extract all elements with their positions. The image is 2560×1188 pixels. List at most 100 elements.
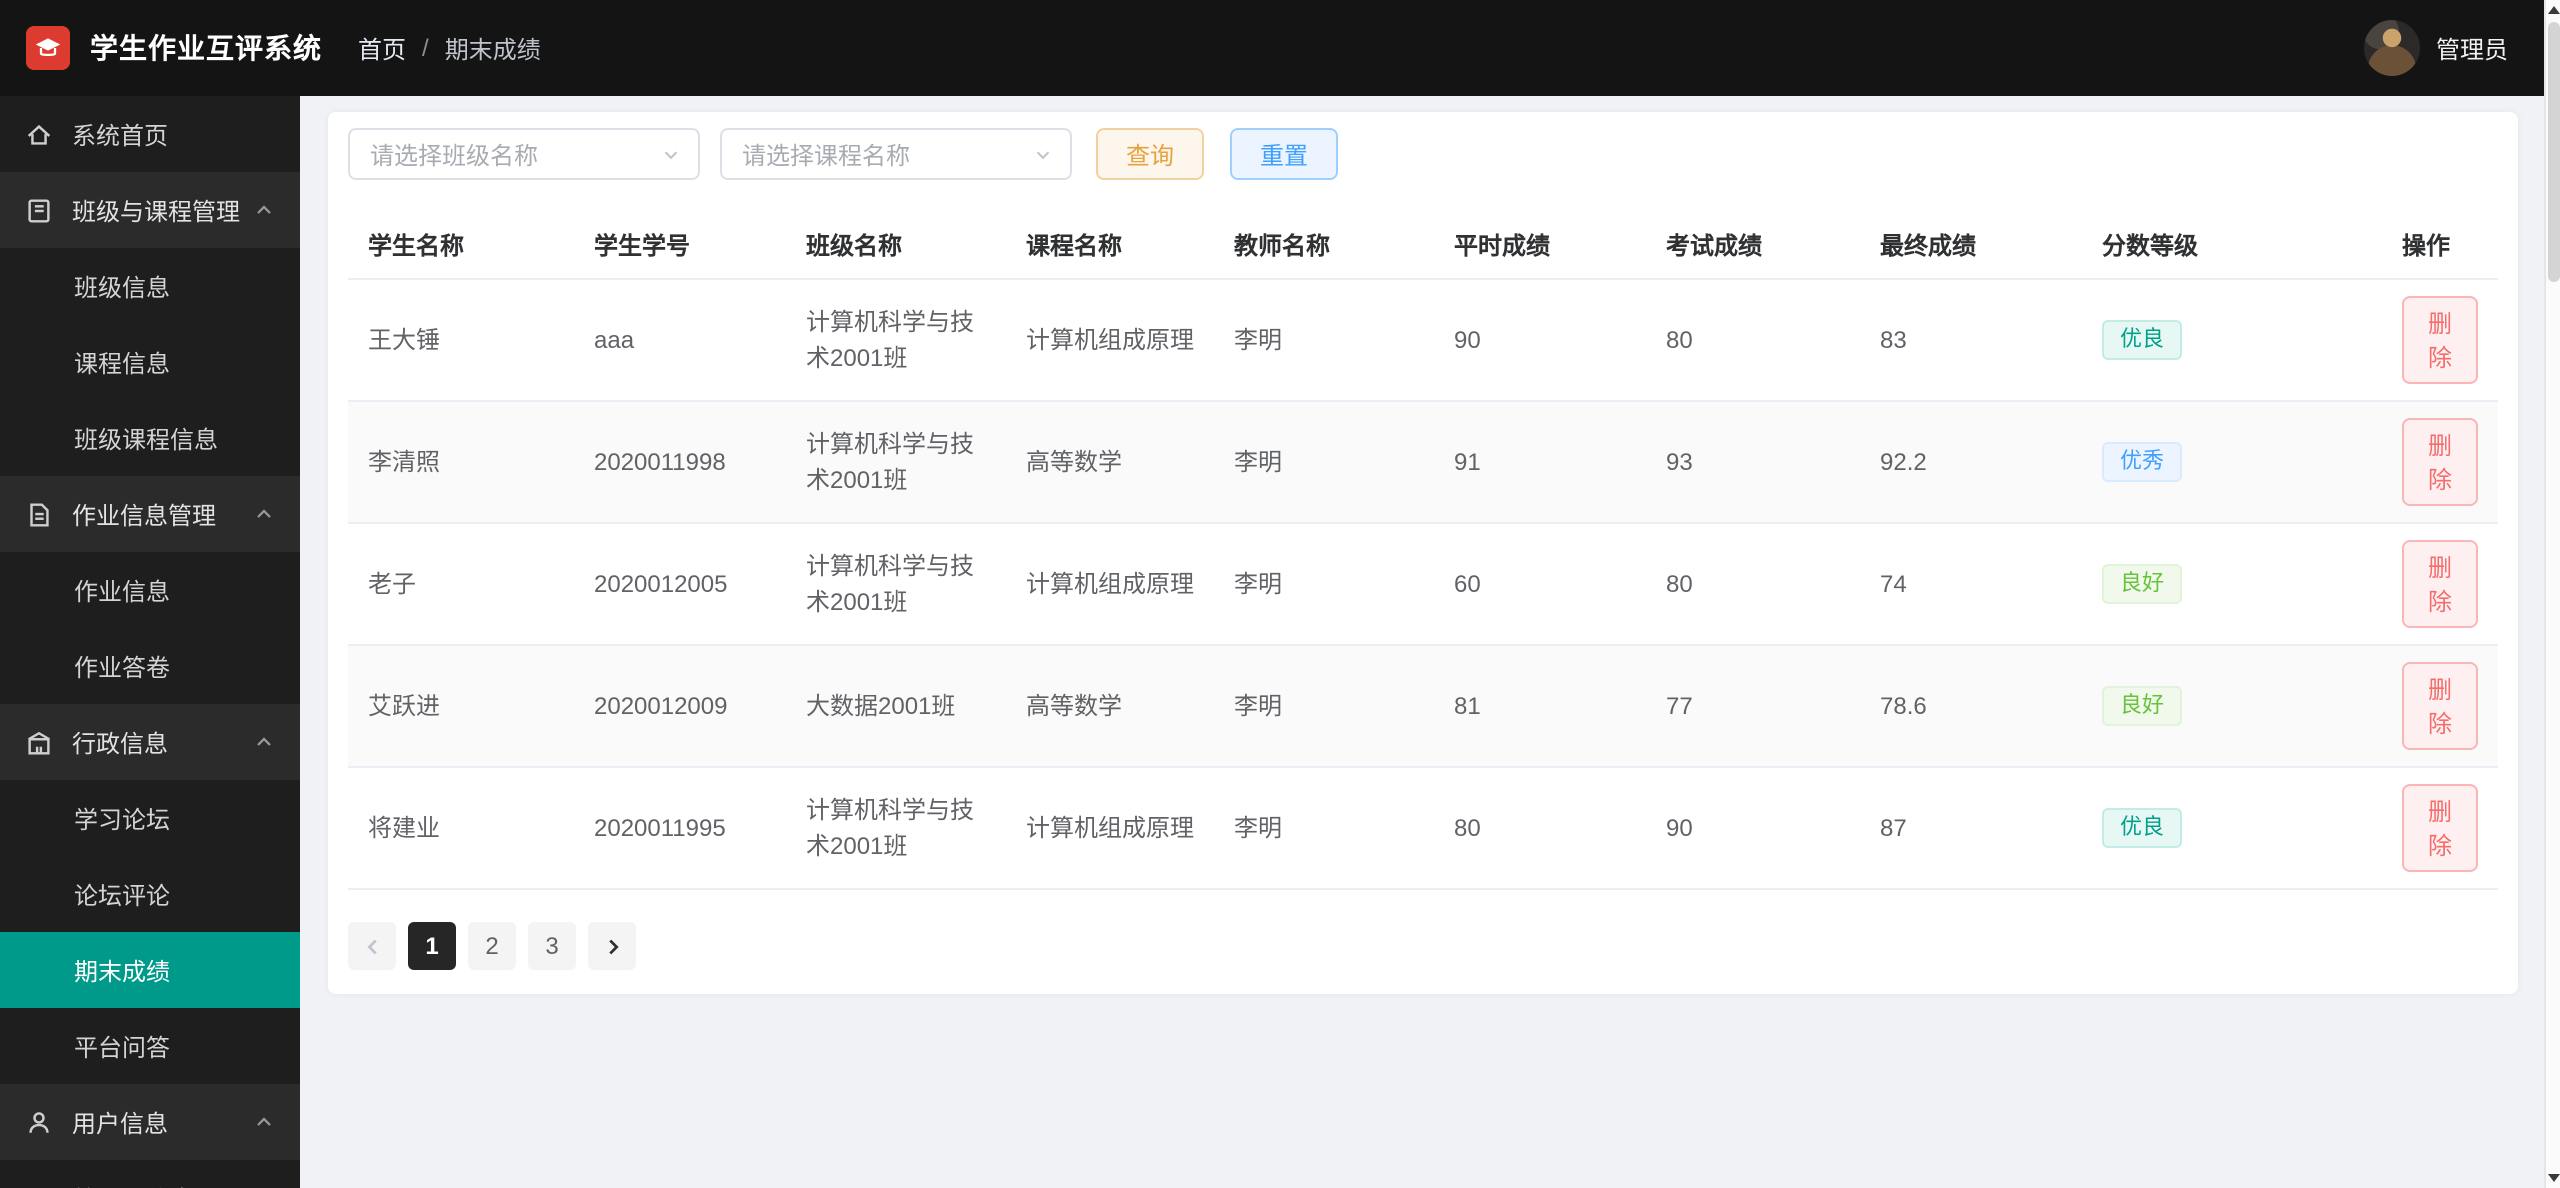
column-header-regular-score: 平时成绩 bbox=[1434, 212, 1646, 280]
sidebar-item-final-grades[interactable]: 期末成绩 bbox=[0, 932, 300, 1008]
cell-student-id: 2020012009 bbox=[574, 645, 786, 768]
cell-teacher-name: 李明 bbox=[1214, 523, 1434, 646]
cell-actions: 删除 bbox=[2382, 401, 2498, 524]
table-header-row: 学生名称 学生学号 班级名称 课程名称 教师名称 平时成绩 考试成绩 最终成绩 … bbox=[348, 212, 2498, 280]
cell-regular-score: 91 bbox=[1434, 401, 1646, 524]
course-name-select[interactable]: 请选择课程名称 bbox=[720, 128, 1072, 180]
avatar[interactable] bbox=[2363, 20, 2420, 76]
table-row: 将建业 2020011995 计算机科学与技术2001班 计算机组成原理 李明 … bbox=[348, 767, 2498, 890]
grade-tag: 优良 bbox=[2102, 320, 2182, 360]
breadcrumb-home[interactable]: 首页 bbox=[358, 31, 406, 65]
cell-student-name: 王大锤 bbox=[348, 279, 574, 402]
cell-exam-score: 93 bbox=[1646, 401, 1860, 524]
delete-button[interactable]: 删除 bbox=[2402, 296, 2479, 384]
delete-button[interactable]: 删除 bbox=[2402, 662, 2479, 750]
grade-tag: 优良 bbox=[2102, 808, 2182, 848]
sidebar-item-platform-qa[interactable]: 平台问答 bbox=[0, 1008, 300, 1084]
sidebar-item-label: 论坛评论 bbox=[74, 881, 171, 909]
cell-regular-score: 81 bbox=[1434, 645, 1646, 768]
class-name-select[interactable]: 请选择班级名称 bbox=[348, 128, 700, 180]
sidebar-group-homework[interactable]: 作业信息管理 bbox=[0, 476, 300, 552]
delete-button[interactable]: 删除 bbox=[2402, 418, 2479, 506]
cell-final-score: 92.2 bbox=[1860, 401, 2082, 524]
reset-button[interactable]: 重置 bbox=[1230, 128, 1339, 180]
cell-actions: 删除 bbox=[2382, 523, 2498, 646]
sidebar-item-homework-info[interactable]: 作业信息 bbox=[0, 552, 300, 628]
cell-class-name: 大数据2001班 bbox=[786, 645, 1006, 768]
cell-student-id: 2020011995 bbox=[574, 767, 786, 890]
table-row: 王大锤 aaa 计算机科学与技术2001班 计算机组成原理 李明 90 80 8… bbox=[348, 279, 2498, 402]
sidebar-group-class-course[interactable]: 班级与课程管理 bbox=[0, 172, 300, 248]
sidebar-group-label: 班级与课程管理 bbox=[72, 197, 241, 225]
scrollbar-thumb[interactable] bbox=[2548, 22, 2560, 282]
cell-student-id: 2020012005 bbox=[574, 523, 786, 646]
cell-exam-score: 80 bbox=[1646, 279, 1860, 402]
cell-grade-level: 优良 bbox=[2082, 279, 2382, 402]
cell-final-score: 83 bbox=[1860, 279, 2082, 402]
cell-teacher-name: 李明 bbox=[1214, 401, 1434, 524]
sidebar-item-label: 班级课程信息 bbox=[74, 425, 219, 453]
sidebar-group-users[interactable]: 用户信息 bbox=[0, 1084, 300, 1160]
building-icon bbox=[28, 730, 50, 754]
pagination: 1 2 3 bbox=[348, 922, 2498, 970]
cell-teacher-name: 李明 bbox=[1214, 767, 1434, 890]
cell-class-name: 计算机科学与技术2001班 bbox=[786, 401, 1006, 524]
column-header-class-name: 班级名称 bbox=[786, 212, 1006, 280]
scrollbar-up-arrow-icon[interactable] bbox=[2548, 6, 2560, 14]
sidebar-group-label: 行政信息 bbox=[72, 729, 169, 757]
sidebar-item-homework-answers[interactable]: 作业答卷 bbox=[0, 628, 300, 704]
grade-tag: 良好 bbox=[2102, 564, 2182, 604]
delete-button[interactable]: 删除 bbox=[2402, 540, 2479, 628]
pagination-next-button[interactable] bbox=[588, 922, 636, 970]
table-row: 李清照 2020011998 计算机科学与技术2001班 高等数学 李明 91 … bbox=[348, 401, 2498, 524]
chevron-down-icon bbox=[1036, 150, 1050, 159]
sidebar-item-forum-comments[interactable]: 论坛评论 bbox=[0, 856, 300, 932]
search-button[interactable]: 查询 bbox=[1096, 128, 1205, 180]
app-header: 学生作业互评系统 首页 / 期末成绩 管理员 bbox=[0, 0, 2560, 96]
sidebar-item-class-info[interactable]: 班级信息 bbox=[0, 248, 300, 324]
cell-actions: 删除 bbox=[2382, 279, 2498, 402]
cell-final-score: 74 bbox=[1860, 523, 2082, 646]
sidebar-group-administration[interactable]: 行政信息 bbox=[0, 704, 300, 780]
header-user-area: 管理员 bbox=[2363, 20, 2560, 76]
cell-course-name: 高等数学 bbox=[1006, 401, 1214, 524]
cell-class-name: 计算机科学与技术2001班 bbox=[786, 523, 1006, 646]
pagination-prev-button[interactable] bbox=[348, 922, 396, 970]
sidebar: 系统首页 班级与课程管理 班级信息 课程信息 班级课程信息 作业信息管理 作业信… bbox=[0, 96, 300, 1188]
column-header-exam-score: 考试成绩 bbox=[1646, 212, 1860, 280]
delete-button[interactable]: 删除 bbox=[2402, 784, 2479, 872]
sidebar-item-class-course-info[interactable]: 班级课程信息 bbox=[0, 400, 300, 476]
cell-course-name: 计算机组成原理 bbox=[1006, 767, 1214, 890]
cell-teacher-name: 李明 bbox=[1214, 279, 1434, 402]
cell-regular-score: 90 bbox=[1434, 279, 1646, 402]
cell-final-score: 87 bbox=[1860, 767, 2082, 890]
cell-regular-score: 60 bbox=[1434, 523, 1646, 646]
content-card: 请选择班级名称 请选择课程名称 查询 重置 学生名称 学生学号 班级名称 课程名… bbox=[328, 112, 2518, 994]
breadcrumb-separator: / bbox=[422, 34, 429, 62]
cell-class-name: 计算机科学与技术2001班 bbox=[786, 767, 1006, 890]
pagination-page-3[interactable]: 3 bbox=[528, 922, 576, 970]
select-placeholder: 请选择班级名称 bbox=[370, 141, 539, 169]
sidebar-group-label: 作业信息管理 bbox=[72, 501, 217, 529]
sidebar-item-course-info[interactable]: 课程信息 bbox=[0, 324, 300, 400]
sidebar-item-admin-info[interactable]: 管理员信息 bbox=[0, 1160, 300, 1188]
chevron-down-icon bbox=[664, 150, 678, 159]
cell-actions: 删除 bbox=[2382, 767, 2498, 890]
scrollbar-down-arrow-icon[interactable] bbox=[2548, 1174, 2560, 1182]
select-placeholder: 请选择课程名称 bbox=[742, 141, 911, 169]
cell-teacher-name: 李明 bbox=[1214, 645, 1434, 768]
sidebar-item-study-forum[interactable]: 学习论坛 bbox=[0, 780, 300, 856]
cell-course-name: 高等数学 bbox=[1006, 645, 1214, 768]
pagination-page-1[interactable]: 1 bbox=[408, 922, 456, 970]
chevron-up-icon bbox=[257, 1117, 271, 1126]
cell-grade-level: 优良 bbox=[2082, 767, 2382, 890]
table-row: 老子 2020012005 计算机科学与技术2001班 计算机组成原理 李明 6… bbox=[348, 523, 2498, 646]
scrollbar[interactable] bbox=[2544, 0, 2560, 1188]
cell-grade-level: 优秀 bbox=[2082, 401, 2382, 524]
column-header-course-name: 课程名称 bbox=[1006, 212, 1214, 280]
cell-grade-level: 良好 bbox=[2082, 523, 2382, 646]
notebook-icon bbox=[28, 198, 50, 222]
pagination-page-2[interactable]: 2 bbox=[468, 922, 516, 970]
breadcrumb: 首页 / 期末成绩 bbox=[358, 31, 541, 65]
sidebar-item-system-home[interactable]: 系统首页 bbox=[0, 96, 300, 172]
